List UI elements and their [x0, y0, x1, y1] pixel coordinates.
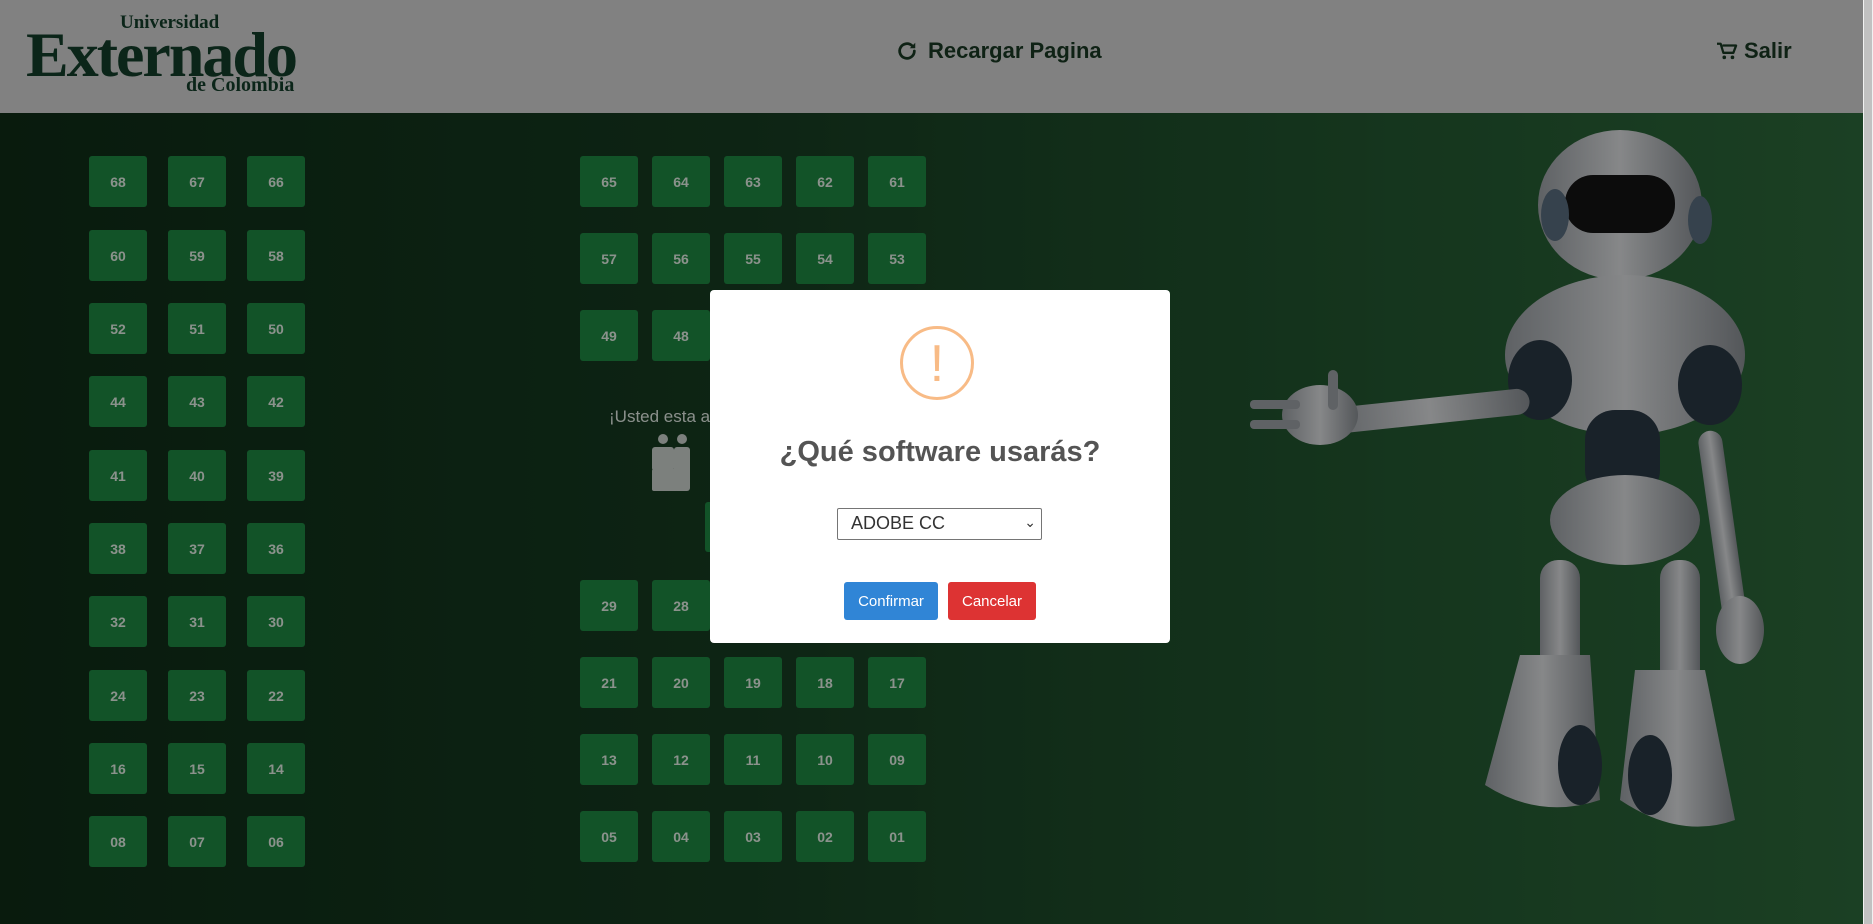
- scrollbar-thumb[interactable]: [1864, 0, 1872, 924]
- cancel-button[interactable]: Cancelar: [948, 582, 1036, 620]
- software-select[interactable]: ADOBE CC ⌄: [837, 508, 1042, 540]
- software-dialog: ! ¿Qué software usarás? ADOBE CC ⌄ Confi…: [710, 290, 1170, 643]
- chevron-down-icon: ⌄: [1024, 514, 1036, 530]
- warning-icon: !: [900, 326, 974, 400]
- page: Universidad Externado de Colombia Recarg…: [0, 0, 1863, 924]
- confirm-button[interactable]: Confirmar: [844, 582, 938, 620]
- dialog-title: ¿Qué software usarás?: [779, 436, 1101, 468]
- scrollbar[interactable]: [1863, 0, 1873, 924]
- software-select-value: ADOBE CC: [851, 513, 946, 533]
